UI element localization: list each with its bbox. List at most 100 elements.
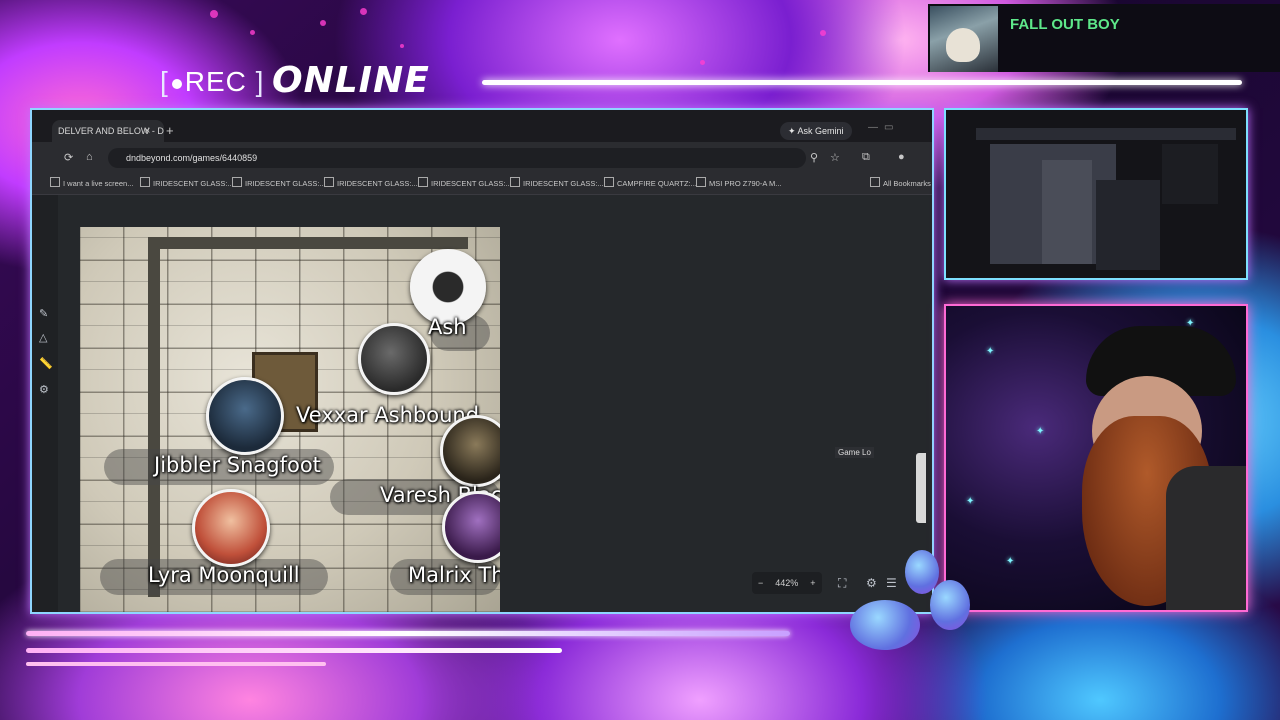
bookmark-item[interactable]: MSI PRO Z790-A M...: [696, 177, 782, 191]
bookmark-label: IRIDESCENT GLASS:...: [523, 179, 604, 188]
bookmark-label: IRIDESCENT GLASS:...: [245, 179, 326, 188]
star-icon: ✦: [1036, 426, 1045, 437]
record-dot-icon: [171, 78, 182, 89]
browser-capture-window: DELVER AND BELOW - D& × + ✦ Ask Gemini —…: [30, 108, 934, 614]
token-label: Lyra Moonquill: [148, 563, 300, 587]
url-field[interactable]: dndbeyond.com/games/6440859: [108, 148, 806, 168]
star-icon: ✦: [1006, 556, 1015, 567]
sparkle-dot: [400, 44, 404, 48]
decor-bar-3: [26, 662, 326, 666]
bookmark-favicon-icon: [696, 177, 706, 187]
sparkle-dot: [360, 8, 367, 15]
webcam-feed: ✦ ✦ ✦ ✦ ✦: [944, 304, 1248, 612]
profile-icon[interactable]: ●: [898, 151, 905, 163]
decor-bar-1: [26, 631, 790, 636]
rec-indicator: [REC ]: [160, 66, 265, 97]
map-wall: [148, 237, 160, 597]
token-ash[interactable]: [410, 249, 486, 325]
draw-icon[interactable]: ✎: [39, 307, 48, 320]
bookmarks-bar: I want a live screen... IRIDESCENT GLASS…: [32, 174, 932, 195]
bookmark-item[interactable]: IRIDESCENT GLASS:...: [324, 177, 418, 191]
star-icon: ✦: [986, 346, 995, 357]
dice-icon[interactable]: ⚙: [866, 576, 877, 590]
screen2-toolbar: [976, 128, 1236, 140]
zoom-level: 442%: [775, 578, 799, 588]
screen2-text: [1162, 144, 1218, 204]
screen2-list: [1042, 160, 1092, 264]
token-label: Jibbler Snagfoot: [154, 453, 321, 477]
bookmark-star-icon[interactable]: ☆: [830, 151, 840, 164]
ask-gemini-button[interactable]: ✦ Ask Gemini: [780, 122, 852, 140]
bookmark-label: CAMPFIRE QUARTZ:...: [617, 179, 697, 188]
bookmark-label: IRIDESCENT GLASS:...: [337, 179, 418, 188]
bookmark-label: IRIDESCENT GLASS:...: [153, 179, 234, 188]
bookmark-item[interactable]: I want a live screen...: [50, 177, 133, 191]
token-lyra[interactable]: [192, 489, 270, 567]
zoom-controls: −442% +: [752, 572, 822, 594]
bookmark-item[interactable]: IRIDESCENT GLASS:...: [232, 177, 326, 191]
reload-icon[interactable]: ⟳: [64, 151, 73, 164]
zoom-out-button[interactable]: −: [752, 572, 769, 594]
secondary-screen-capture: [944, 108, 1248, 280]
game-log-tooltip: Game Lo: [835, 447, 874, 458]
bookmark-item[interactable]: IRIDESCENT GLASS:...: [140, 177, 234, 191]
token-vexxar[interactable]: [358, 323, 430, 395]
sparkle-dot: [820, 30, 826, 36]
header-divider: [482, 80, 1242, 85]
bookmark-favicon-icon: [604, 177, 614, 187]
bookmark-item[interactable]: IRIDESCENT GLASS:...: [510, 177, 604, 191]
token-label: Malrix Tho: [408, 563, 500, 587]
bookmark-item[interactable]: IRIDESCENT GLASS:...: [418, 177, 512, 191]
tab-bar: DELVER AND BELOW - D& × + ✦ Ask Gemini —…: [32, 110, 932, 142]
maximize-icon[interactable]: ▭: [884, 122, 893, 133]
token-jibbler[interactable]: [206, 377, 284, 455]
star-icon: ✦: [966, 496, 975, 507]
ruler-icon[interactable]: 📏: [39, 357, 53, 370]
album-art: [930, 6, 998, 72]
bookmark-favicon-icon: [324, 177, 334, 187]
sparkle-dot: [210, 10, 218, 18]
folder-icon: [870, 177, 880, 187]
screen2-panel: [1096, 180, 1160, 270]
home-icon[interactable]: ⌂: [86, 151, 93, 163]
decor-bar-2: [26, 648, 562, 653]
battle-map[interactable]: Ash Vexxar Ashbound Jibbler Snagfoot Var…: [80, 227, 500, 612]
shapes-icon[interactable]: △: [39, 331, 47, 344]
paw-print-decoration: [850, 600, 920, 650]
url-text: dndbeyond.com/games/6440859: [126, 153, 258, 163]
sparkle-dot: [250, 30, 255, 35]
token-malrix[interactable]: [442, 491, 500, 563]
bookmark-label: I want a live screen...: [63, 179, 134, 188]
sparkle-dot: [700, 60, 705, 65]
tab-close-button[interactable]: ×: [144, 120, 150, 142]
all-bookmarks-label: All Bookmarks: [883, 179, 931, 188]
bookmark-favicon-icon: [140, 177, 150, 187]
new-tab-button[interactable]: +: [166, 120, 174, 142]
bookmark-item[interactable]: CAMPFIRE QUARTZ:...: [604, 177, 697, 191]
now-playing-widget: FALL OUT BOY: [928, 4, 1280, 72]
token-varesh[interactable]: [440, 415, 500, 487]
zoom-in-button[interactable]: +: [804, 572, 821, 594]
dndbeyond-game-page: ✎ △ 📏 ⚙ Ash Vexxar Ashbound Jibbler Snag…: [32, 195, 932, 612]
shirt: [1166, 466, 1246, 610]
map-toolbar: ✎ △ 📏 ⚙: [32, 195, 58, 612]
all-bookmarks-folder[interactable]: All Bookmarks: [870, 177, 931, 191]
minimize-icon[interactable]: —: [868, 122, 878, 133]
extensions-icon[interactable]: ⧉: [862, 151, 870, 164]
map-wall: [148, 237, 468, 249]
bookmark-label: IRIDESCENT GLASS:...: [431, 179, 512, 188]
sparkle-dot: [320, 20, 326, 26]
side-panel-tab[interactable]: [916, 453, 926, 523]
bookmark-favicon-icon: [50, 177, 60, 187]
bookmark-label: MSI PRO Z790-A M...: [709, 179, 782, 188]
fullscreen-icon[interactable]: ⛶: [838, 576, 846, 591]
paw-print-decoration: [930, 580, 970, 630]
now-playing-artist: FALL OUT BOY: [1010, 16, 1120, 33]
game-log-icon[interactable]: ☰: [886, 576, 897, 590]
bookmark-favicon-icon: [510, 177, 520, 187]
settings-icon[interactable]: ⚙: [39, 383, 49, 396]
bookmark-favicon-icon: [418, 177, 428, 187]
zoom-icon[interactable]: ⚲: [810, 151, 818, 164]
address-bar-row: ⟳ ⌂ dndbeyond.com/games/6440859 ⚲ ☆ ⧉ ●: [32, 142, 932, 174]
gemini-icon: ✦: [788, 126, 798, 136]
